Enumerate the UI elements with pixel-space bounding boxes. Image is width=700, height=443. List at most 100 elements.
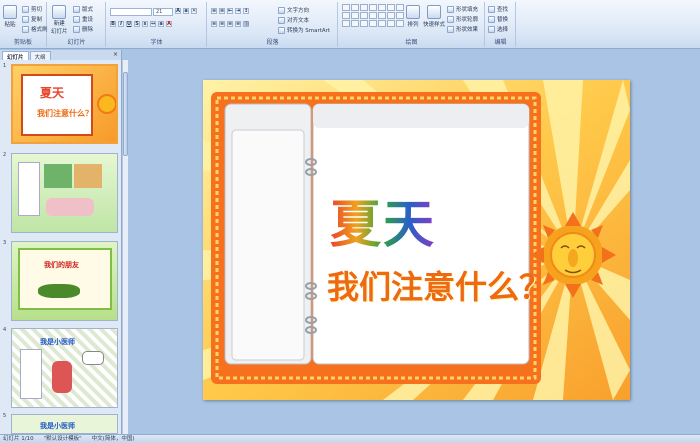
select-button[interactable]: 选择 (488, 25, 508, 33)
scrollbar-thumb[interactable] (123, 72, 128, 156)
italic-button[interactable]: I (118, 21, 124, 27)
fill-bucket-icon (447, 5, 454, 13)
shape-fill-button[interactable]: 形状填充 (447, 5, 478, 13)
change-case-button[interactable]: a (158, 21, 164, 27)
thumb-title: 我是小医师 (40, 422, 75, 430)
status-bar: 幻灯片 1/10 "默认设计模板" 中文(简体，中国) (0, 434, 700, 443)
slides-group-label: 幻灯片 (67, 39, 86, 46)
arrange-button[interactable]: 排列 (406, 5, 420, 28)
replace-icon (488, 15, 495, 23)
thumb-flowers (46, 198, 94, 216)
align-left-button[interactable]: ≡ (211, 21, 217, 27)
decrease-indent-button[interactable]: ⇤ (227, 8, 233, 14)
slide-thumbnail-3[interactable]: 我们的朋友 (11, 241, 118, 321)
line-spacing-button[interactable]: ↕ (243, 8, 249, 14)
new-slide-button[interactable]: 新建 幻灯片 (51, 5, 68, 35)
align-center-button[interactable]: ≡ (219, 21, 225, 27)
language-indicator[interactable]: 中文(简体，中国) (92, 435, 135, 443)
clipboard-group-label: 剪贴板 (13, 39, 32, 46)
slide-title-text: 夏天 (330, 195, 436, 255)
quick-styles-button[interactable]: 快速样式 (423, 5, 445, 28)
align-right-button[interactable]: ≡ (227, 21, 233, 27)
align-text-button[interactable]: 对齐文本 (278, 16, 309, 24)
shapes-gallery[interactable] (342, 4, 404, 27)
slide-title[interactable]: 夏天 夏天 (330, 183, 436, 257)
justify-button[interactable]: ≡ (235, 21, 241, 27)
columns-button[interactable]: ▥ (243, 21, 249, 27)
paste-icon (3, 5, 17, 19)
font-group-label: 字体 (150, 39, 163, 46)
strikethrough-button[interactable]: S (134, 21, 140, 27)
font-style-controls: B I U Ss ↔ a A (110, 21, 172, 27)
layout-icon (73, 5, 80, 13)
thumb-photo (44, 164, 72, 188)
thumb-speech-bubble (82, 351, 104, 365)
text-direction-icon (278, 6, 285, 14)
close-panel-icon[interactable]: × (113, 51, 118, 58)
font-name-field[interactable] (110, 8, 152, 16)
sun-icon (97, 94, 116, 114)
thumb-title: 我是小医师 (40, 338, 75, 346)
slide-thumbnail-2[interactable] (11, 153, 118, 233)
find-button[interactable]: 查找 (488, 5, 508, 13)
numbering-button[interactable]: ≡ (219, 8, 225, 14)
drawing-group-label: 绘图 (405, 39, 418, 46)
brush-icon (22, 25, 29, 33)
shrink-font-button[interactable]: a (183, 8, 189, 14)
underline-button[interactable]: U (126, 21, 132, 27)
clipboard-group: 粘贴 剪切 复制 格式刷 剪贴板 (0, 2, 48, 47)
shadow-button[interactable]: s (142, 21, 148, 27)
convert-smartart-button[interactable]: 转换为 SmartArt (278, 26, 330, 34)
drawing-group: 排列 快速样式 形状填充 形状轮廓 形状效果 绘图 (339, 2, 485, 47)
slide-counter: 幻灯片 1/10 (3, 436, 34, 442)
slide-thumbnail-4[interactable]: 我是小医师 (11, 328, 118, 408)
list-controls: ≡ ≡ ⇤ ⇥ ↕ (211, 8, 249, 14)
slide-number: 1 (3, 63, 7, 69)
slides-group: 新建 幻灯片 版式 重设 删除 幻灯片 (48, 2, 106, 47)
thumb-kids (52, 361, 72, 393)
font-size-field[interactable]: 21 (153, 8, 173, 16)
slide-subtitle[interactable]: 我们注意什么？ (327, 262, 551, 308)
thumb-subtitle: 我们注意什么？ (37, 109, 93, 118)
pen-icon (447, 15, 454, 23)
paste-button[interactable]: 粘贴 (3, 5, 17, 28)
clear-format-button[interactable]: ✕ (191, 8, 197, 14)
thumb-boat (38, 284, 80, 298)
spacing-button[interactable]: ↔ (150, 21, 156, 27)
increase-indent-button[interactable]: ⇥ (235, 8, 241, 14)
scissors-icon (22, 5, 29, 13)
title-char: 天 (383, 195, 437, 255)
panel-scrollbar[interactable] (122, 60, 128, 434)
new-slide-icon (52, 5, 67, 19)
copy-icon (22, 15, 29, 23)
delete-slide-button[interactable]: 删除 (73, 25, 93, 33)
grow-font-button[interactable]: A (175, 8, 181, 14)
font-size-controls: Aa ✕ (175, 8, 197, 14)
delete-icon (73, 25, 80, 33)
slides-panel: 幻灯片 大纲 × 1 夏天 我们注意什么？ 2 3 我们的朋友 4 我是小医师 … (0, 50, 122, 434)
editing-group-label: 编辑 (494, 39, 507, 46)
copy-button[interactable]: 复制 (22, 15, 42, 23)
cut-button[interactable]: 剪切 (22, 5, 42, 13)
bullets-button[interactable]: ≡ (211, 8, 217, 14)
reset-button[interactable]: 重设 (73, 15, 93, 23)
cursor-icon (488, 25, 495, 33)
ribbon: 粘贴 剪切 复制 格式刷 剪贴板 新建 幻灯片 版式 重设 删除 幻灯片 21 … (0, 0, 700, 49)
tab-slides[interactable]: 幻灯片 (2, 51, 29, 61)
slide-number: 5 (3, 413, 7, 419)
text-direction-button[interactable]: 文字方向 (278, 6, 309, 14)
format-painter-button[interactable]: 格式刷 (22, 25, 48, 33)
bold-button[interactable]: B (110, 21, 116, 27)
shape-effects-button[interactable]: 形状效果 (447, 25, 478, 33)
replace-button[interactable]: 替换 (488, 15, 508, 23)
align-controls: ≡ ≡ ≡ ≡ ▥ (211, 21, 249, 27)
slide-thumbnail-1[interactable]: 夏天 我们注意什么？ (11, 64, 118, 144)
panel-tabs: 幻灯片 大纲 × (0, 50, 121, 61)
tab-outline[interactable]: 大纲 (29, 51, 51, 61)
align-text-icon (278, 16, 285, 24)
font-color-button[interactable]: A (166, 21, 172, 27)
paragraph-group: ≡ ≡ ⇤ ⇥ ↕ ≡ ≡ ≡ ≡ ▥ 文字方向 对齐文本 转换为 SmartArt 段落 (208, 2, 338, 47)
shape-outline-button[interactable]: 形状轮廓 (447, 15, 478, 23)
layout-button[interactable]: 版式 (73, 5, 93, 13)
slide-thumbnail-5[interactable]: 我是小医师 (11, 414, 118, 434)
